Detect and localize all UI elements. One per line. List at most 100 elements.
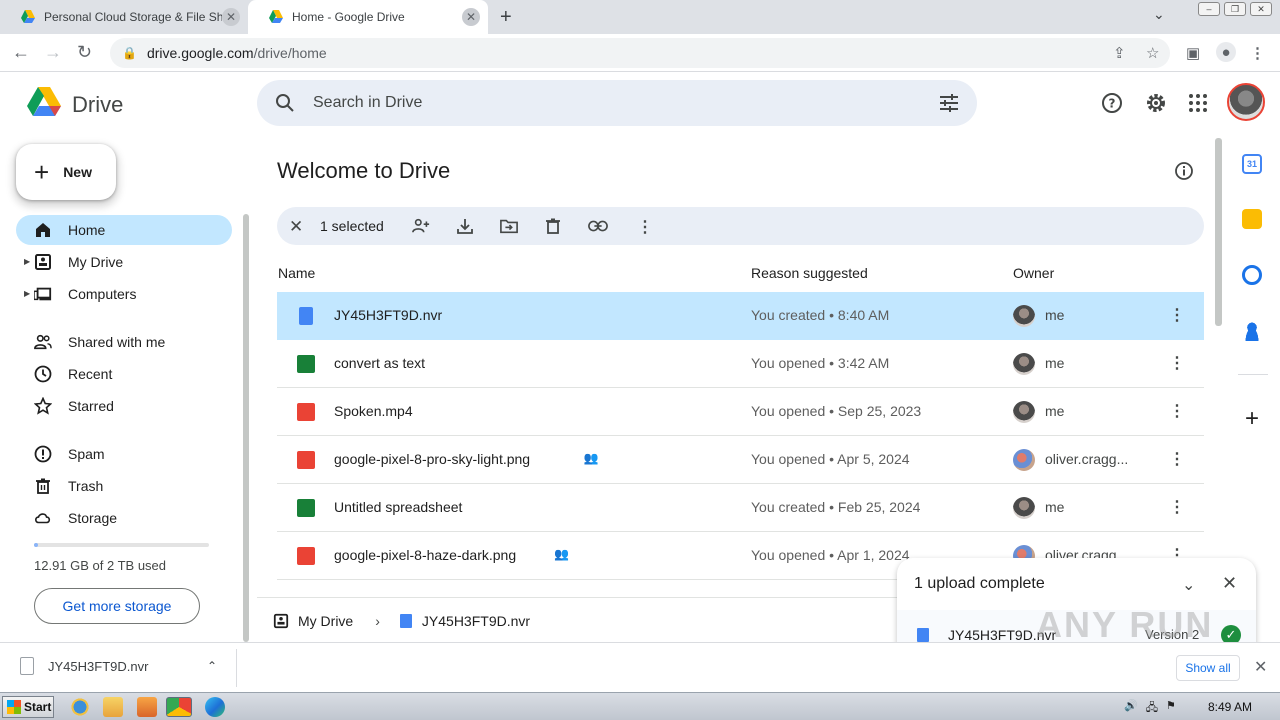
download-icon[interactable]	[456, 217, 474, 235]
calendar-icon[interactable]: 31	[1242, 154, 1262, 174]
table-row[interactable]: convert as text You opened • 3:42 AM me ⋮	[277, 340, 1204, 388]
network-icon[interactable]: 🖧	[1146, 699, 1158, 718]
new-button[interactable]: + New	[16, 144, 116, 200]
owner-avatar	[1013, 497, 1035, 519]
row-more-actions-icon[interactable]: ⋮	[1169, 353, 1185, 373]
download-options-chevron-icon[interactable]: ⌃	[207, 659, 217, 673]
chrome-menu-icon[interactable]: ⋮	[1250, 44, 1265, 62]
sidebar-item-spam[interactable]: Spam	[16, 439, 232, 469]
profile-icon[interactable]: ●	[1216, 42, 1236, 62]
owner-name: me	[1045, 355, 1065, 371]
breadcrumb-my-drive[interactable]: My Drive	[298, 613, 353, 629]
file-explorer-icon[interactable]	[103, 697, 123, 717]
row-more-actions-icon[interactable]: ⋮	[1169, 497, 1185, 517]
tab-title: Personal Cloud Storage & File Sharin	[44, 10, 222, 24]
search-bar[interactable]: Search in Drive	[257, 80, 977, 126]
sidebar-item-storage[interactable]: Storage	[16, 503, 232, 533]
sidebar-item-home[interactable]: Home	[16, 215, 232, 245]
expand-caret-icon[interactable]: ▶	[24, 257, 30, 266]
contacts-icon[interactable]	[1242, 321, 1262, 341]
table-row[interactable]: google-pixel-8-pro-sky-light.png 👥 You ope…	[277, 436, 1204, 484]
divider	[236, 649, 237, 687]
info-icon[interactable]	[1174, 161, 1194, 181]
forward-icon[interactable]: →	[44, 42, 62, 63]
reason-suggested: You opened • 3:42 AM	[751, 355, 890, 371]
close-window-icon[interactable]: ✕	[1250, 2, 1272, 16]
settings-gear-icon[interactable]	[1145, 92, 1167, 114]
edge-icon[interactable]	[205, 697, 225, 717]
table-row[interactable]: Spoken.mp4 You opened • Sep 25, 2023 me ⋮	[277, 388, 1204, 436]
sidebar-item-computers[interactable]: ▶ Computers	[16, 279, 232, 309]
account-avatar[interactable]	[1227, 83, 1265, 121]
apps-grid-icon[interactable]	[1187, 92, 1209, 114]
page-title: Welcome to Drive	[277, 158, 451, 183]
media-player-icon[interactable]	[137, 697, 157, 717]
volume-icon[interactable]: 🔊	[1124, 699, 1138, 718]
sheet-file-icon	[297, 355, 315, 373]
sidebar-item-recent[interactable]: Recent	[16, 359, 232, 389]
download-item[interactable]: JY45H3FT9D.nvr	[20, 657, 148, 675]
row-more-actions-icon[interactable]: ⋮	[1169, 305, 1185, 325]
add-person-share-icon[interactable]	[412, 217, 430, 235]
main-scrollbar[interactable]	[1215, 138, 1222, 326]
move-to-folder-icon[interactable]	[500, 217, 518, 235]
breadcrumb-file[interactable]: JY45H3FT9D.nvr	[422, 613, 530, 629]
storage-usage-bar	[34, 543, 209, 547]
side-panel-icon[interactable]: ▣	[1186, 44, 1200, 62]
sidebar-item-shared-with-me[interactable]: Shared with me	[16, 327, 232, 357]
internet-explorer-icon[interactable]	[70, 697, 90, 717]
delete-trash-icon[interactable]	[544, 217, 562, 235]
my-drive-icon	[273, 613, 289, 628]
sidebar-scrollbar[interactable]	[243, 214, 249, 642]
close-upload-panel-icon[interactable]: ✕	[1222, 573, 1237, 594]
chrome-taskbar-icon[interactable]	[166, 697, 192, 717]
search-icon[interactable]	[275, 93, 295, 113]
table-row[interactable]: JY45H3FT9D.nvr You created • 8:40 AM me ⋮	[277, 292, 1204, 340]
sidebar-item-label: Recent	[68, 366, 113, 382]
close-download-bar-icon[interactable]: ✕	[1254, 657, 1267, 677]
sidebar-item-my-drive[interactable]: ▶ My Drive	[16, 247, 232, 277]
bookmark-star-icon[interactable]: ☆	[1146, 44, 1159, 62]
share-icon[interactable]: ⇪	[1113, 44, 1126, 62]
help-icon[interactable]: ?	[1101, 92, 1123, 114]
drive-brand-label[interactable]: Drive	[72, 92, 123, 118]
clear-selection-icon[interactable]: ✕	[289, 217, 303, 237]
get-more-storage-button[interactable]: Get more storage	[34, 588, 200, 624]
row-more-actions-icon[interactable]: ⋮	[1169, 449, 1185, 469]
add-addon-icon[interactable]: +	[1242, 405, 1262, 432]
computers-icon	[34, 287, 52, 301]
tasks-icon[interactable]	[1242, 265, 1262, 285]
new-tab-icon[interactable]: +	[500, 6, 512, 29]
show-all-button[interactable]: Show all	[1176, 655, 1240, 681]
browser-tab-strip: Personal Cloud Storage & File Sharin ✕ H…	[0, 0, 1280, 34]
sidebar-item-starred[interactable]: Starred	[16, 391, 232, 421]
sidebar-item-label: My Drive	[68, 254, 124, 270]
collapse-chevron-icon[interactable]: ⌄	[1182, 575, 1195, 595]
anyrun-watermark: ANY RUN	[1036, 604, 1214, 645]
reload-icon[interactable]: ↻	[77, 42, 92, 63]
sidebar-item-trash[interactable]: Trash	[16, 471, 232, 501]
expand-caret-icon[interactable]: ▶	[24, 289, 30, 298]
breadcrumb: My Drive › JY45H3FT9D.nvr	[257, 597, 897, 643]
close-tab-icon[interactable]: ✕	[222, 8, 240, 26]
table-row[interactable]: Untitled spreadsheet You created • Feb 25…	[277, 484, 1204, 532]
tab-search-chevron-icon[interactable]: ⌄	[1153, 6, 1165, 23]
browser-tab-google-drive[interactable]: Home - Google Drive ✕	[248, 0, 488, 34]
search-options-icon[interactable]	[939, 94, 959, 112]
row-more-actions-icon[interactable]: ⋮	[1169, 401, 1185, 421]
security-flag-icon[interactable]: ⚑	[1166, 699, 1176, 718]
address-bar[interactable]: 🔒 drive.google.com/drive/home	[110, 38, 1170, 68]
close-tab-icon[interactable]: ✕	[462, 8, 480, 26]
more-actions-icon[interactable]: ⋮	[637, 217, 655, 236]
restore-icon[interactable]: ❐	[1224, 2, 1246, 16]
search-input[interactable]: Search in Drive	[313, 94, 422, 112]
copy-link-icon[interactable]	[588, 217, 608, 235]
back-icon[interactable]: ←	[12, 42, 30, 63]
sidebar-item-label: Home	[68, 222, 106, 238]
start-button[interactable]: Start	[2, 696, 54, 718]
minimize-icon[interactable]: –	[1198, 2, 1220, 16]
keep-icon[interactable]	[1242, 209, 1262, 229]
column-header-name[interactable]: Name	[278, 265, 315, 281]
drive-logo-icon[interactable]	[26, 86, 62, 118]
browser-tab-personal-cloud[interactable]: Personal Cloud Storage & File Sharin ✕	[0, 0, 248, 34]
